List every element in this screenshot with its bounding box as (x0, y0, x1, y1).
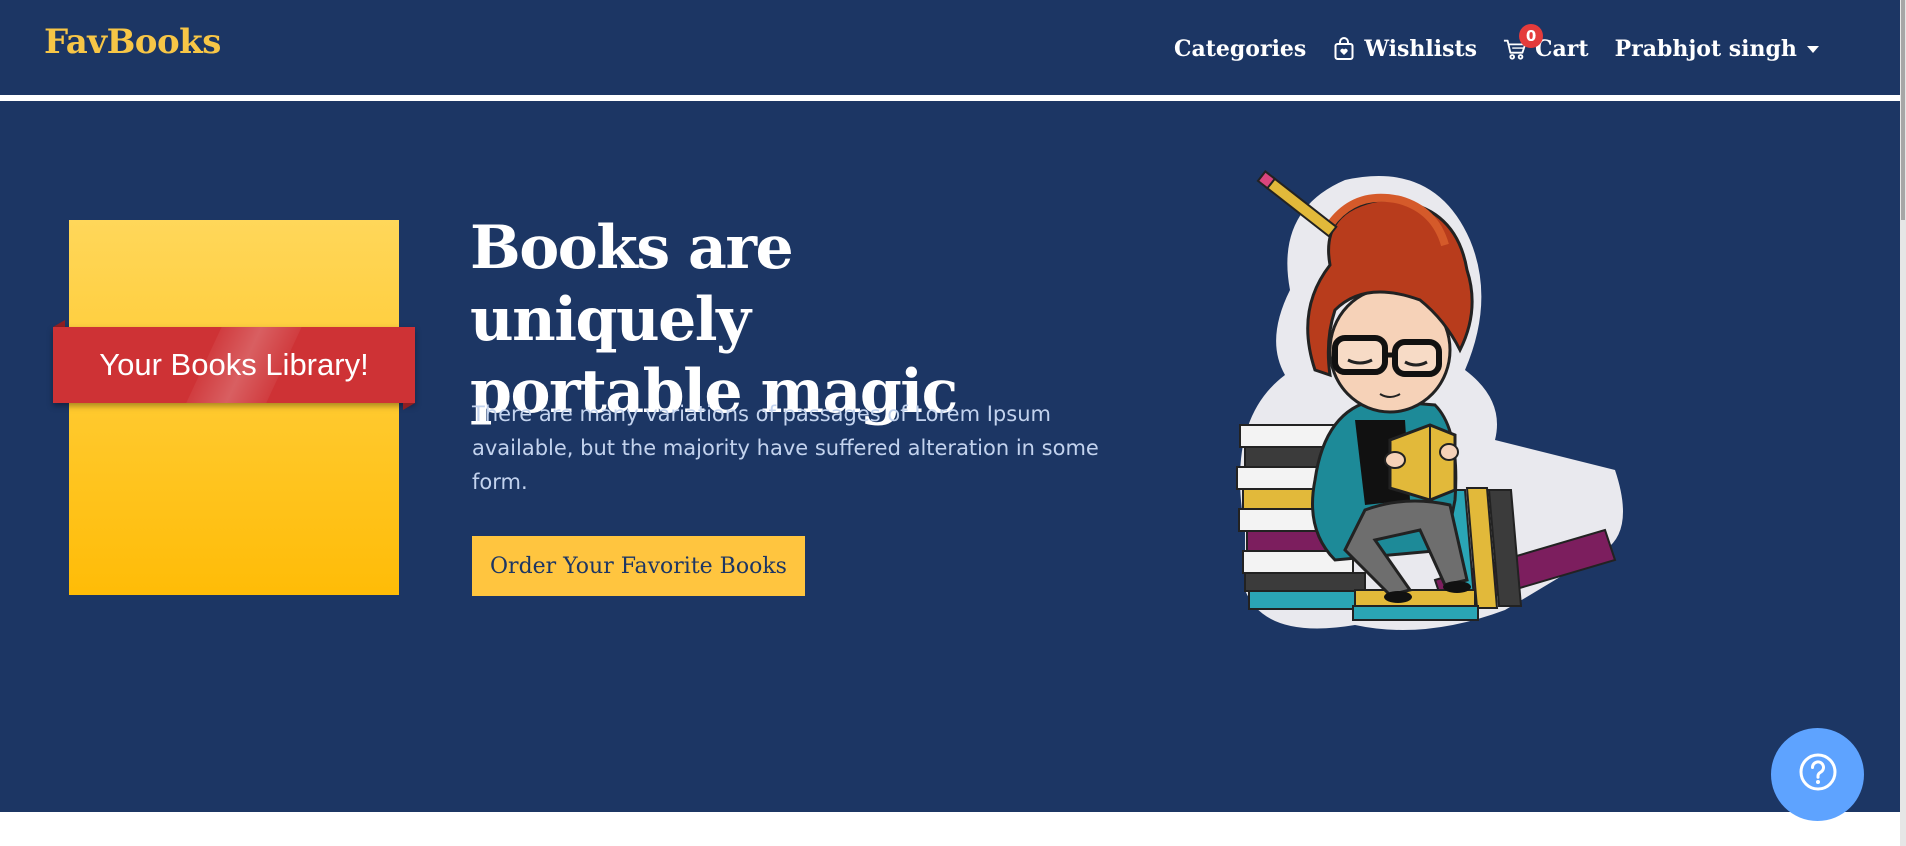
question-circle-icon (1798, 752, 1838, 797)
caret-down-icon (1806, 45, 1819, 53)
nav-categories[interactable]: Categories (1174, 36, 1306, 62)
hero-headline: Books are uniquely portable magic (470, 213, 958, 427)
nav-wishlists-label: Wishlists (1364, 36, 1478, 62)
scrollbar-thumb[interactable] (1901, 0, 1905, 220)
nav-wishlists[interactable]: Wishlists (1332, 36, 1477, 62)
library-ribbon: Your Books Library! (53, 327, 415, 403)
ribbon-fold-right (403, 403, 415, 410)
top-navbar: FavBooks Categories Wishlists 0 Cart Pra… (0, 0, 1900, 98)
cart-count-badge: 0 (1519, 24, 1544, 48)
ribbon-fold-left (53, 320, 65, 327)
nav-cart[interactable]: 0 Cart (1503, 24, 1589, 62)
ribbon-text: Your Books Library! (99, 347, 369, 382)
hero-lead-text: There are many variations of passages of… (472, 402, 1099, 494)
order-books-button[interactable]: Order Your Favorite Books (472, 536, 805, 596)
nav-categories-label: Categories (1174, 36, 1307, 62)
help-button[interactable] (1771, 728, 1864, 821)
book-cover-image (69, 220, 399, 595)
user-dropdown[interactable]: Prabhjot singh (1615, 36, 1819, 62)
nav-links: Categories Wishlists 0 Cart Prabhjot sin… (1174, 24, 1819, 62)
girl-reading-illustration (1236, 170, 1623, 630)
nav-cart-label: Cart (1535, 36, 1589, 62)
user-name-label: Prabhjot singh (1614, 36, 1797, 62)
brand-logo[interactable]: FavBooks (44, 22, 221, 62)
bag-icon (1332, 37, 1356, 61)
